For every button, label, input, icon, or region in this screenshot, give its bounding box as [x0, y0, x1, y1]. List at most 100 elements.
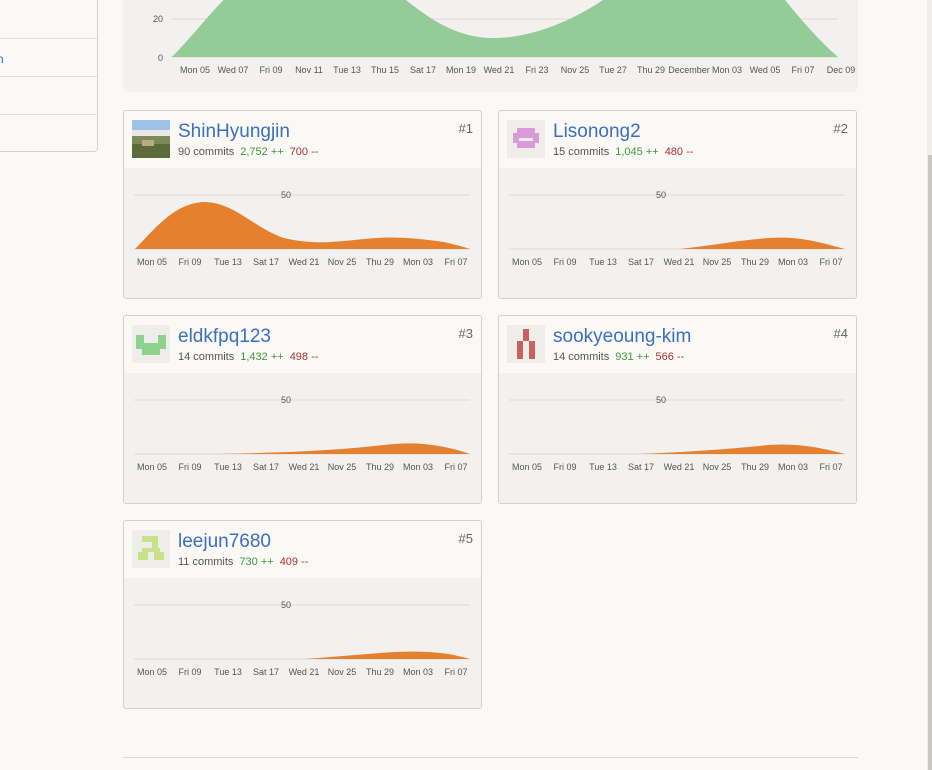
contributor-name-link[interactable]: eldkfpq123 [178, 326, 271, 348]
divider [123, 757, 858, 758]
x-tick-label: Mon 05 [137, 667, 167, 677]
sidebar-menu: h [0, 0, 98, 152]
y-tick-label: 50 [281, 395, 291, 405]
x-tick-label: Mon 05 [512, 462, 542, 472]
x-tick-label: Thu 15 [371, 65, 399, 75]
x-tick-label: Fri 07 [791, 65, 814, 75]
x-tick-label: Dec 09 [827, 65, 856, 75]
x-tick-label: Mon 05 [137, 462, 167, 472]
contributor-chart[interactable]: 50 Mon 05 Fri 09 Tue 13 Sat 17 Wed 21 No… [499, 168, 856, 298]
x-tick-label: Nov 25 [328, 667, 357, 677]
x-axis: Mon 05 Wed 07 Fri 09 Nov 11 Tue 13 Thu 1… [180, 65, 855, 75]
avatar[interactable] [132, 120, 170, 158]
additions-count: 931 ++ [615, 351, 650, 363]
x-tick-label: Mon 03 [403, 257, 433, 267]
deletions-count: 498 -- [289, 351, 319, 363]
contributor-stats: 15 commits 1,045 ++ 480 -- [553, 146, 693, 158]
x-tick-label: Mon 03 [712, 65, 742, 75]
y-tick-label: 50 [281, 600, 291, 610]
x-tick-label: Fri 07 [444, 257, 467, 267]
commit-count: 14 commits [178, 351, 235, 363]
contribution-area-plot: 50 Mon 05 Fri 09 Tue 13 Sat 17 Wed 21 No… [134, 600, 470, 677]
x-tick-label: Nov 25 [703, 257, 732, 267]
x-tick-label: Fri 09 [178, 667, 201, 677]
sidebar-item[interactable] [0, 115, 97, 153]
avatar[interactable] [507, 325, 545, 363]
x-tick-label: Sat 17 [628, 257, 654, 267]
rank-badge: #3 [458, 326, 473, 341]
contributor-card: leejun7680 11 commits 730 ++ 409 -- #5 50 … [123, 520, 482, 709]
x-tick-label: Mon 03 [778, 257, 808, 267]
x-tick-label: Fri 09 [553, 462, 576, 472]
contributor-header: Lisonong2 15 commits 1,045 ++ 480 -- #2 [499, 111, 856, 169]
sidebar-item-label: h [0, 52, 4, 66]
commits-overview-chart[interactable]: 20 0 Mon 05 Wed 07 Fri 09 Nov 11 Tue 13 … [123, 0, 858, 92]
contributor-name-link[interactable]: ShinHyungjin [178, 121, 290, 143]
commit-count: 90 commits [178, 146, 235, 158]
contributor-card: Lisonong2 15 commits 1,045 ++ 480 -- #2 50… [498, 110, 857, 299]
x-axis: Mon 05 Fri 09 Tue 13 Sat 17 Wed 21 Nov 2… [512, 462, 843, 472]
contributor-chart[interactable]: 50 Mon 05 Fri 09 Tue 13 Sat 17 Wed 21 No… [124, 168, 481, 298]
x-tick-label: Sat 17 [253, 257, 279, 267]
sidebar-item[interactable] [0, 77, 97, 115]
contribution-area [214, 443, 470, 454]
x-tick-label: Nov 11 [295, 65, 323, 75]
avatar[interactable] [507, 120, 545, 158]
x-tick-label: Fri 23 [525, 65, 548, 75]
contributor-chart[interactable]: 50 Mon 05 Fri 09 Tue 13 Sat 17 Wed 21 No… [124, 373, 481, 503]
identicon-icon [517, 329, 535, 359]
rank-badge: #1 [458, 121, 473, 136]
x-tick-label: Mon 05 [512, 257, 542, 267]
contributor-header: leejun7680 11 commits 730 ++ 409 -- #5 [124, 521, 481, 579]
contributor-stats: 14 commits 1,432 ++ 498 -- [178, 351, 318, 363]
x-tick-label: Fri 09 [259, 65, 282, 75]
overview-area [172, 0, 838, 57]
y-tick-label: 50 [656, 190, 666, 200]
sidebar-item[interactable]: h [0, 39, 97, 77]
x-tick-label: Sat 17 [410, 65, 436, 75]
x-tick-label: Nov 25 [703, 462, 732, 472]
rank-badge: #5 [458, 531, 473, 546]
x-tick-label: Tue 13 [214, 667, 242, 677]
x-tick-label: Sat 17 [253, 462, 279, 472]
scrollbar-thumb[interactable] [928, 155, 932, 770]
rank-badge: #4 [833, 326, 848, 341]
contributor-header: sookyeoung-kim 14 commits 931 ++ 566 -- #4 [499, 316, 856, 374]
contributor-card: eldkfpq123 14 commits 1,432 ++ 498 -- #3 5… [123, 315, 482, 504]
contributor-card: ShinHyungjin 90 commits 2,752 ++ 700 -- #1… [123, 110, 482, 299]
x-tick-label: Fri 07 [819, 257, 842, 267]
x-tick-label: December [668, 65, 710, 75]
x-tick-label: Fri 09 [553, 257, 576, 267]
avatar[interactable] [132, 530, 170, 568]
contribution-area-plot: 50 Mon 05 Fri 09 Tue 13 Sat 17 Wed 21 No… [509, 190, 845, 267]
x-tick-label: Tue 13 [214, 462, 242, 472]
sidebar-item[interactable] [0, 0, 97, 39]
commit-count: 11 commits [178, 556, 234, 568]
contributor-name-link[interactable]: leejun7680 [178, 531, 271, 553]
x-tick-label: Wed 21 [289, 667, 320, 677]
x-tick-label: Mon 03 [778, 462, 808, 472]
deletions-count: 409 -- [279, 556, 309, 568]
identicon-icon [513, 128, 539, 148]
avatar[interactable] [132, 325, 170, 363]
contributor-chart[interactable]: 50 Mon 05 Fri 09 Tue 13 Sat 17 Wed 21 No… [124, 578, 481, 708]
deletions-count: 700 -- [289, 146, 319, 158]
y-tick-label: 50 [281, 190, 291, 200]
x-tick-label: Thu 29 [741, 257, 769, 267]
x-tick-label: Fri 07 [444, 667, 467, 677]
x-tick-label: Mon 05 [137, 257, 167, 267]
commit-count: 14 commits [553, 351, 610, 363]
x-tick-label: Tue 13 [589, 462, 617, 472]
x-axis: Mon 05 Fri 09 Tue 13 Sat 17 Wed 21 Nov 2… [137, 462, 468, 472]
contributor-chart[interactable]: 50 Mon 05 Fri 09 Tue 13 Sat 17 Wed 21 No… [499, 373, 856, 503]
contributor-name-link[interactable]: sookyeoung-kim [553, 326, 691, 348]
identicon-icon [138, 536, 164, 560]
additions-count: 730 ++ [239, 556, 274, 568]
contributor-stats: 14 commits 931 ++ 566 -- [553, 351, 684, 363]
contributor-name-link[interactable]: Lisonong2 [553, 121, 641, 143]
contribution-area [304, 651, 470, 659]
y-tick-label: 20 [153, 14, 163, 24]
contribution-area-plot: 50 Mon 05 Fri 09 Tue 13 Sat 17 Wed 21 No… [134, 190, 470, 267]
x-axis: Mon 05 Fri 09 Tue 13 Sat 17 Wed 21 Nov 2… [512, 257, 843, 267]
x-tick-label: Mon 03 [403, 462, 433, 472]
